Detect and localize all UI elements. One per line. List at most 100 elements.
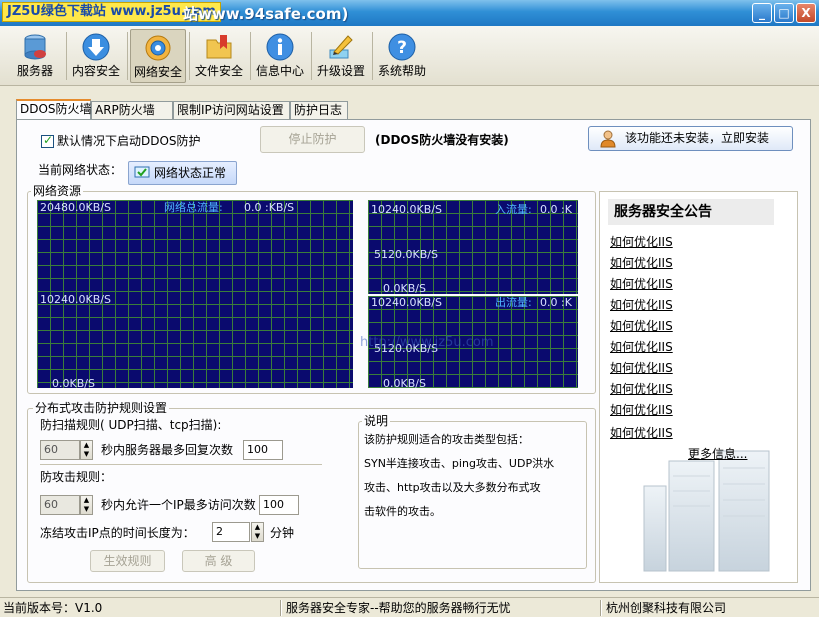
ddos-default-checkbox[interactable] — [41, 133, 54, 148]
graph-value: 0.0 :K — [540, 296, 572, 309]
toolbar-info-center[interactable]: 信息中心 — [252, 29, 308, 83]
toolbar-label: 网络安全 — [133, 65, 182, 79]
toolbar-label: 系统帮助 — [377, 64, 426, 78]
attack-count-input[interactable]: 100 — [259, 495, 299, 515]
ddos-default-label: 默认情况下启动DDOS防护 — [57, 134, 201, 148]
toolbar-file-security[interactable]: 文件安全 — [191, 29, 247, 83]
help-icon: ? — [388, 33, 416, 61]
graph-axis-top: 10240.0KB/S — [371, 203, 442, 216]
advanced-button[interactable]: 高 级 — [182, 550, 255, 572]
more-info-link[interactable]: 更多信息... — [688, 445, 747, 462]
maximize-button[interactable]: □ — [774, 3, 794, 23]
attack-seconds-spinner[interactable]: ▲ ▼ — [80, 495, 93, 515]
attack-rule-label: 防攻击规则： — [40, 470, 113, 484]
scan-seconds-spinner[interactable]: ▲ ▼ — [80, 440, 93, 460]
notice-link[interactable]: 如何优化IIS — [610, 424, 673, 441]
attack-seconds-input[interactable]: 60 — [40, 495, 80, 515]
notice-link[interactable]: 如何优化IIS — [610, 380, 673, 397]
toolbar-system-help[interactable]: ? 系统帮助 — [374, 29, 430, 83]
network-status-indicator: 网络状态正常 — [128, 161, 237, 185]
company-text: 杭州创聚科技有限公司 — [606, 601, 727, 615]
toolbar-label: 内容安全 — [71, 64, 120, 78]
graph-axis-bottom: 0.0KB/S — [383, 377, 426, 389]
freeze-duration-input[interactable]: 2 — [212, 522, 250, 542]
install-now-button[interactable]: 该功能还未安装，立即安装 — [588, 126, 793, 151]
toolbar-divider — [66, 32, 67, 80]
freeze-label: 冻结攻击IP点的时间长度为： — [40, 526, 195, 540]
graph-caption: 入流量: — [495, 203, 532, 216]
status-divider — [600, 600, 602, 616]
info-icon — [266, 33, 294, 61]
toolbar-server[interactable]: 服务器 — [7, 29, 63, 83]
status-bar: 当前版本号：V1.0 服务器安全专家--帮助您的服务器畅行无忧 杭州创聚科技有限… — [0, 597, 819, 617]
download-arrow-icon — [82, 33, 110, 61]
tab-arp-firewall[interactable]: ARP防火墙 — [91, 101, 173, 120]
app-window: JZ5U绿色下载站 www.jz5u.com 站www.94safe.com) … — [0, 0, 819, 617]
toolbar-divider — [189, 32, 190, 80]
version-text: 当前版本号：V1.0 — [3, 601, 103, 615]
toolbar-divider — [311, 32, 312, 80]
notice-link[interactable]: 如何优化IIS — [610, 401, 673, 418]
inbound-traffic-graph: 10240.0KB/S 入流量: 0.0 :K 5120.0KB/S 0.0KB… — [368, 200, 578, 294]
graph-axis-mid: 5120.0KB/S — [374, 248, 438, 261]
notice-link[interactable]: 如何优化IIS — [610, 359, 673, 376]
network-status-text: 网络状态正常 — [154, 166, 227, 180]
overlay-watermark: http://www.jz5u.com — [360, 335, 494, 350]
notice-link[interactable]: 如何优化IIS — [610, 296, 673, 313]
rules-group-label: 分布式攻击防护规则设置 — [33, 401, 170, 415]
graph-axis-mid: 10240.0KB/S — [40, 293, 111, 306]
graph-axis-bottom: 0.0KB/S — [383, 282, 426, 295]
apply-rules-button[interactable]: 生效规则 — [90, 550, 165, 572]
close-button[interactable]: X — [796, 3, 816, 23]
notice-link[interactable]: 如何优化IIS — [610, 317, 673, 334]
graph-axis-bottom: 0.0KB/S — [52, 377, 95, 389]
toolbar-label: 文件安全 — [194, 64, 243, 78]
description-text: 该防护规则适合的攻击类型包括： SYN半连接攻击、ping攻击、UDP洪水 攻击… — [364, 428, 589, 524]
notice-link[interactable]: 如何优化IIS — [610, 233, 673, 250]
pencil-icon — [329, 35, 353, 59]
monitor-check-icon — [134, 166, 150, 178]
stop-protection-button[interactable]: 停止防护 — [260, 126, 365, 153]
scan-count-input[interactable]: 100 — [243, 440, 283, 460]
graph-axis-top: 10240.0KB/S — [371, 296, 442, 309]
attack-rule-text: 秒内允许一个IP最多访问次数 — [101, 498, 256, 512]
freeze-unit: 分钟 — [270, 526, 295, 540]
toolbar-network-security[interactable]: 网络安全 — [130, 29, 186, 83]
description-line: 该防护规则适合的攻击类型包括： — [364, 433, 529, 446]
not-installed-text: (DDOS防火墙没有安装) — [375, 133, 509, 147]
notice-title: 服务器安全公告 — [608, 199, 774, 225]
graph-value: 0.0 :K — [540, 203, 572, 216]
status-divider — [280, 600, 282, 616]
graph-value: 0.0 :KB/S — [244, 201, 295, 214]
slogan-text: 服务器安全专家--帮助您的服务器畅行无忧 — [286, 601, 511, 615]
minimize-button[interactable]: _ — [752, 3, 772, 23]
tab-ddos-firewall[interactable]: DDOS防火墙 — [16, 99, 92, 121]
scan-seconds-input[interactable]: 60 — [40, 440, 80, 460]
tab-protection-log[interactable]: 防护日志 — [290, 101, 348, 120]
svg-text:?: ? — [397, 38, 407, 58]
freeze-duration-spinner[interactable]: ▲ ▼ — [251, 522, 264, 542]
main-toolbar: 服务器 内容安全 网络安全 文件安全 信息中心 升级设置 ? 系统帮助 — [0, 26, 819, 86]
scan-rule-label: 防扫描规则( UDP扫描、tcp扫描): — [40, 418, 222, 432]
description-label: 说明 — [362, 414, 391, 428]
toolbar-label: 升级设置 — [316, 64, 365, 78]
toolbar-upgrade-settings[interactable]: 升级设置 — [313, 29, 369, 83]
current-status-label: 当前网络状态： — [38, 163, 123, 177]
user-icon — [600, 130, 616, 148]
server-icon — [24, 34, 46, 60]
scan-rule-text: 秒内服务器最多回复次数 — [101, 443, 234, 457]
toolbar-divider — [250, 32, 251, 80]
toolbar-divider — [127, 32, 128, 80]
graph-caption: 网络总流量: — [164, 201, 223, 214]
tab-ip-restriction[interactable]: 限制IP访问网站设置 — [173, 101, 290, 120]
notice-link[interactable]: 如何优化IIS — [610, 254, 673, 271]
rules-divider — [40, 464, 322, 465]
notice-link[interactable]: 如何优化IIS — [610, 338, 673, 355]
folder-bookmark-icon — [206, 35, 232, 59]
install-now-label: 该功能还未安装，立即安装 — [625, 131, 770, 145]
graph-caption: 出流量: — [495, 296, 532, 309]
total-traffic-graph: 20480.0KB/S 网络总流量: 0.0 :KB/S 10240.0KB/S… — [37, 200, 353, 388]
notice-link[interactable]: 如何优化IIS — [610, 275, 673, 292]
toolbar-content-security[interactable]: 内容安全 — [68, 29, 124, 83]
toolbar-label: 信息中心 — [255, 64, 304, 78]
